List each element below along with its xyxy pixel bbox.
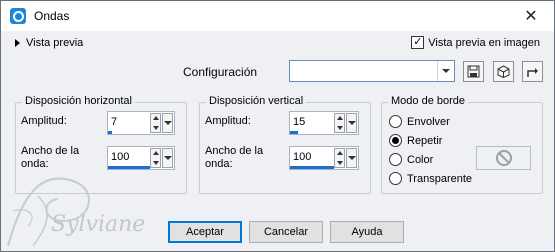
preview-on-image-checkbox[interactable]: ✓ Vista previa en imagen [411, 36, 540, 49]
watermark-ornament: Sylviane [7, 177, 145, 247]
dialog-window: Ondas ✕ Vista previa ✓ Vista previa en i… [0, 0, 555, 252]
edge-color-swatch[interactable] [476, 146, 531, 170]
preview-toggle[interactable]: Vista previa [15, 37, 83, 49]
radio-label: Transparente [407, 172, 473, 185]
help-button[interactable]: Ayuda [330, 221, 404, 243]
dice-icon [497, 65, 510, 78]
h-amplitude-spinner[interactable]: 7 [107, 111, 175, 135]
expand-triangle-icon [15, 39, 20, 47]
config-label: Configuración [183, 65, 258, 79]
radio-label: Repetir [407, 134, 443, 147]
v-wavelength-bar [290, 166, 334, 169]
checkmark-icon: ✓ [411, 36, 425, 49]
ok-button[interactable]: Aceptar [168, 221, 242, 243]
updown-icon[interactable] [334, 148, 345, 168]
h-amplitude-value[interactable]: 7 [111, 116, 117, 128]
app-icon [10, 8, 26, 24]
radio-envolver[interactable]: Envolver [389, 115, 450, 128]
randomize-button[interactable] [493, 61, 514, 82]
chevron-down-icon[interactable] [162, 113, 173, 133]
horizontal-title: Disposición horizontal [22, 95, 135, 107]
chevron-down-icon[interactable] [346, 148, 357, 168]
vertical-title: Disposición vertical [206, 95, 307, 107]
v-wavelength-spinner[interactable]: 100 [289, 146, 359, 170]
chevron-down-icon[interactable] [437, 61, 454, 81]
save-icon [467, 65, 480, 78]
v-amplitude-value[interactable]: 15 [293, 116, 305, 128]
radio-transparente[interactable]: Transparente [389, 172, 472, 185]
radio-circle-selected[interactable] [389, 134, 402, 147]
radio-circle[interactable] [389, 172, 402, 185]
save-preset-button[interactable] [463, 61, 484, 82]
close-button[interactable]: ✕ [508, 1, 554, 31]
updown-icon[interactable] [150, 113, 161, 133]
updown-icon[interactable] [334, 113, 345, 133]
title-bar: Ondas ✕ [1, 1, 554, 31]
no-color-icon [495, 150, 512, 166]
radio-circle[interactable] [389, 115, 402, 128]
v-amplitude-bar [290, 131, 298, 134]
v-amplitude-spinner[interactable]: 15 [289, 111, 359, 135]
watermark-text: Sylviane [51, 212, 145, 237]
window-title: Ondas [34, 9, 70, 23]
config-select[interactable] [289, 60, 455, 82]
reset-button[interactable] [522, 61, 543, 82]
h-amplitude-bar [108, 131, 112, 134]
v-wavelength-label-1: Ancho de la [205, 145, 264, 157]
edge-mode-title: Modo de borde [388, 95, 468, 107]
v-wavelength-label-2: onda: [205, 158, 233, 170]
radio-label: Color [407, 153, 434, 166]
v-amplitude-label: Amplitud: [205, 115, 251, 127]
preview-toggle-label: Vista previa [26, 37, 84, 49]
cancel-button[interactable]: Cancelar [249, 221, 323, 243]
chevron-down-icon[interactable] [346, 113, 357, 133]
radio-label: Envolver [407, 115, 450, 128]
radio-color[interactable]: Color [389, 153, 433, 166]
radio-repetir[interactable]: Repetir [389, 134, 442, 147]
h-amplitude-label: Amplitud: [21, 115, 67, 127]
reset-icon [527, 68, 538, 77]
radio-circle[interactable] [389, 153, 402, 166]
v-wavelength-value[interactable]: 100 [293, 151, 311, 163]
preview-on-image-label: Vista previa en imagen [428, 36, 540, 49]
